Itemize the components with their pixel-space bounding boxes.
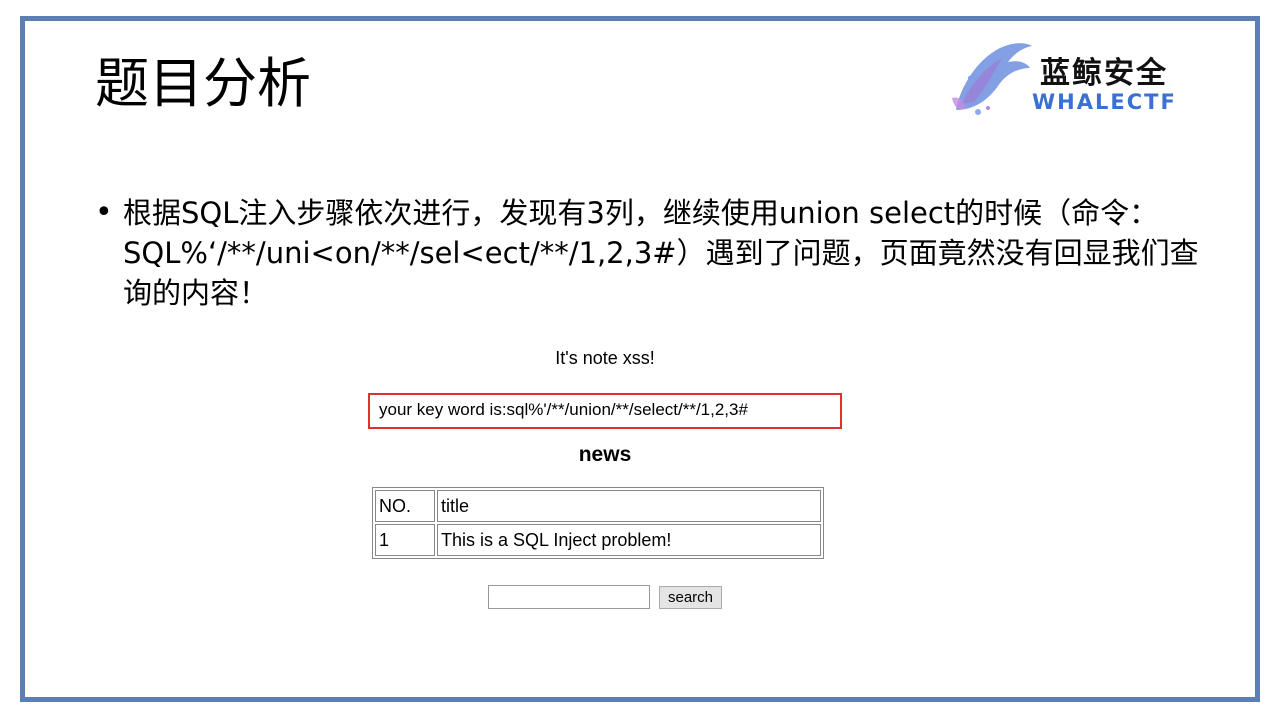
keyword-box: your key word is:sql%'/**/union/**/selec… [368, 393, 842, 429]
table-cell: This is a SQL Inject problem! [437, 524, 821, 556]
webpage-screenshot: It's note xss! your key word is:sql%'/**… [360, 340, 850, 609]
whale-icon [952, 43, 1032, 115]
table-row: 1 This is a SQL Inject problem! [375, 524, 821, 556]
logo-english-text: WHALECTF [1032, 90, 1177, 114]
table-header-cell: title [437, 490, 821, 522]
bullet-dot-icon: • [95, 195, 113, 230]
logo-chinese-text: 蓝鲸安全 [1040, 56, 1168, 91]
bullet-text: 根据SQL注入步骤依次进行，发现有3列，继续使用union select的时候（… [123, 196, 1199, 310]
table-header-row: NO. title [375, 490, 821, 522]
bullet-item: • 根据SQL注入步骤依次进行，发现有3列，继续使用union select的时… [95, 193, 1205, 313]
search-input[interactable] [487, 585, 650, 609]
slide-title: 题目分析 [95, 52, 311, 115]
table-header-cell: NO. [375, 490, 435, 522]
table-cell: 1 [375, 524, 435, 556]
search-form: search [360, 585, 850, 609]
note-text: It's note xss! [555, 348, 655, 368]
whalectf-logo: 蓝鲸安全 WHALECTF [948, 38, 1238, 118]
news-heading: news [578, 443, 632, 466]
news-table: NO. title 1 This is a SQL Inject problem… [372, 487, 824, 559]
search-button[interactable]: search [658, 585, 723, 609]
